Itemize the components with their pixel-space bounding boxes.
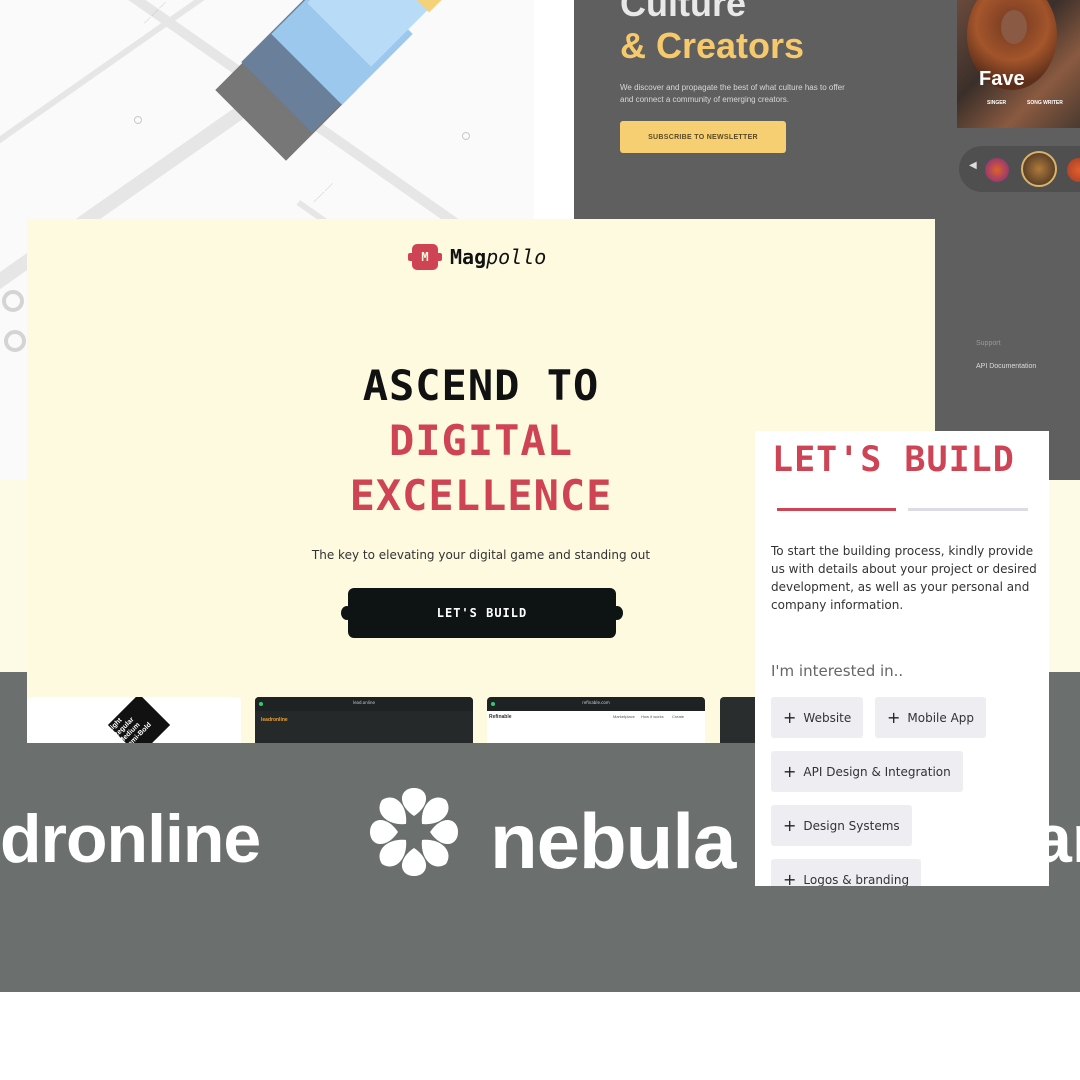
carousel-left-arrow-icon[interactable]: ◀ <box>969 160 977 171</box>
option-label: Logos & branding <box>803 872 910 887</box>
nebula-petal-left <box>370 819 398 845</box>
diagram-node <box>4 330 26 352</box>
project-thumbnail-typography[interactable]: Light Regular Medium Semi-Bold <box>27 697 241 743</box>
creator-carousel: ◀ <box>959 146 1080 192</box>
nebula-petal-tr <box>421 797 449 825</box>
nebula-petal-br <box>421 839 449 867</box>
nebula-petal-bl <box>379 839 407 867</box>
creator-tag: SONG WRITER <box>1027 100 1063 106</box>
browser-url: lead.online <box>352 700 376 705</box>
footer-api-documentation-link[interactable]: API Documentation <box>976 363 1036 370</box>
build-panel-title: LET'S BUILD <box>772 440 1015 480</box>
thumbnail-brand: Refinable <box>489 714 512 720</box>
thumbnail-nav-item: Marketplace <box>613 714 635 719</box>
logo-wordmark: Magpollo <box>450 245 546 269</box>
logo-wordmark-italic: pollo <box>486 245 547 269</box>
diagram-node <box>2 290 24 312</box>
thumbnail-nav-item: How it works <box>641 714 664 719</box>
plus-icon: + <box>783 815 797 835</box>
diagram-node <box>462 132 470 140</box>
creator-tag: SINGER <box>987 100 1007 106</box>
culture-headline: Culture <box>620 0 746 24</box>
diagram-annotation: -------- ------ <box>311 181 336 205</box>
creator-avatar[interactable] <box>1067 158 1080 182</box>
lets-build-cta-button[interactable]: LET'S BUILD <box>341 588 623 638</box>
progress-step-active <box>777 508 896 511</box>
option-logos-branding-chip[interactable]: + Logos & branding <box>771 859 922 887</box>
magpollo-logo[interactable]: M Magpollo <box>408 244 546 270</box>
plus-icon: + <box>783 707 797 727</box>
progress-step-inactive <box>908 508 1028 511</box>
magpollo-logo-icon: M <box>408 244 442 270</box>
browser-status-dot-icon <box>259 702 263 706</box>
browser-status-dot-icon <box>491 702 495 706</box>
featured-creator-photo[interactable]: Fave SINGER SONG WRITER <box>957 0 1080 128</box>
thumbnail-brand: leadronline <box>261 717 288 723</box>
option-label: Design Systems <box>803 818 900 833</box>
interest-label: I'm interested in.. <box>771 662 904 680</box>
option-label: Website <box>803 710 852 725</box>
nebula-petal-tl <box>379 797 407 825</box>
footer-support-heading: Support <box>976 340 1001 347</box>
nebula-petal-right <box>430 819 458 845</box>
option-label: Mobile App <box>907 710 975 725</box>
subscribe-newsletter-button[interactable]: SUBSCRIBE TO NEWSLETTER <box>620 121 786 153</box>
client-logo-dronline: dronline <box>0 801 261 877</box>
option-mobile-app-chip[interactable]: + Mobile App <box>875 697 987 738</box>
diagram-connector <box>0 0 230 155</box>
build-panel-description: To start the building process, kindly pr… <box>771 544 1037 612</box>
browser-bar: lead.online <box>255 697 473 711</box>
plus-icon: + <box>783 869 797 886</box>
option-website-chip[interactable]: + Website <box>771 697 864 738</box>
creator-face-image <box>1001 10 1027 44</box>
browser-url: refinable.com <box>582 700 610 705</box>
client-logo-nebula: nebula <box>490 797 736 885</box>
logo-mark-letter: M <box>421 250 429 264</box>
lets-build-panel: LET'S BUILD To start the building proces… <box>755 431 1049 886</box>
plus-icon: + <box>887 707 901 727</box>
culture-headline-accent: & Creators <box>620 25 805 66</box>
nebula-petal-bottom <box>401 848 427 876</box>
hero-title-line-1: ASCEND TO <box>362 361 600 410</box>
creator-avatar-selected[interactable] <box>1021 151 1057 187</box>
featured-creator-name: Fave <box>979 68 1025 90</box>
culture-description: We discover and propagate the best of wh… <box>620 83 845 104</box>
thumbnail-nav-item: Create <box>672 714 685 719</box>
plus-icon: + <box>783 761 797 781</box>
option-design-systems-chip[interactable]: + Design Systems <box>771 805 912 846</box>
project-thumbnail-refinable[interactable]: refinable.com Refinable Marketplace How … <box>487 697 705 743</box>
option-api-design-chip[interactable]: + API Design & Integration <box>771 751 963 792</box>
creator-avatar[interactable] <box>985 158 1009 182</box>
diagram-node <box>134 116 142 124</box>
project-thumbnail-dronline[interactable]: lead.online leadronline <box>255 697 473 743</box>
nebula-logo-icon <box>370 788 458 876</box>
logo-wordmark-bold: Mag <box>450 245 487 269</box>
cta-label: LET'S BUILD <box>436 606 528 620</box>
browser-bar: refinable.com <box>487 697 705 711</box>
nebula-petal-top <box>401 788 427 816</box>
option-label: API Design & Integration <box>803 764 951 779</box>
